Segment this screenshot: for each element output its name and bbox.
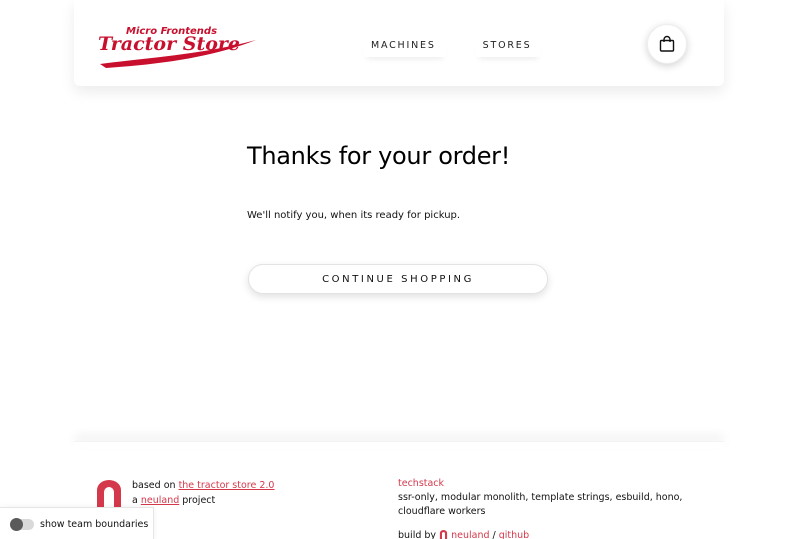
nav-stores[interactable]: STORES (476, 37, 542, 57)
pickup-notice: We'll notify you, when its ready for pic… (247, 210, 461, 221)
footer-divider (74, 441, 724, 449)
team-boundaries-toggle[interactable]: show team boundaries (0, 507, 154, 539)
neuland-logo-icon (97, 480, 121, 510)
toggle-label: show team boundaries (40, 518, 149, 530)
main-nav: MACHINES STORES (364, 37, 541, 57)
based-on-line: based on the tractor store 2.0 (132, 480, 275, 491)
neuland-link[interactable]: neuland (141, 495, 179, 506)
build-by-neuland-link[interactable]: neuland (451, 530, 489, 539)
toggle-knob (10, 517, 23, 531)
footer-credits: based on the tractor store 2.0 a neuland… (132, 478, 274, 508)
cart-button[interactable] (647, 24, 687, 64)
build-by-line: build by neuland / github (398, 530, 530, 539)
techstack-heading: techstack (398, 478, 445, 489)
logo-graphic: Micro Frontends Tractor Store (98, 26, 256, 68)
site-header: Micro Frontends Tractor Store MACHINES S… (74, 0, 724, 86)
footer-techstack: techstack ssr-only, modular monolith, te… (398, 477, 688, 539)
tractor-store-logo[interactable]: Micro Frontends Tractor Store (96, 20, 260, 68)
github-link[interactable]: github (499, 530, 529, 539)
shopping-bag-icon (659, 35, 675, 52)
neuland-small-icon (439, 530, 448, 539)
toggle-switch[interactable] (10, 517, 34, 531)
tractor-store-link[interactable]: the tractor store 2.0 (179, 480, 275, 491)
nav-machines[interactable]: MACHINES (364, 37, 446, 57)
techstack-text: ssr-only, modular monolith, template str… (398, 492, 683, 517)
continue-shopping-button[interactable]: CONTINUE SHOPPING (248, 264, 548, 294)
neuland-project-line: a neuland project (132, 495, 216, 506)
page-title: Thanks for your order! (247, 142, 511, 170)
